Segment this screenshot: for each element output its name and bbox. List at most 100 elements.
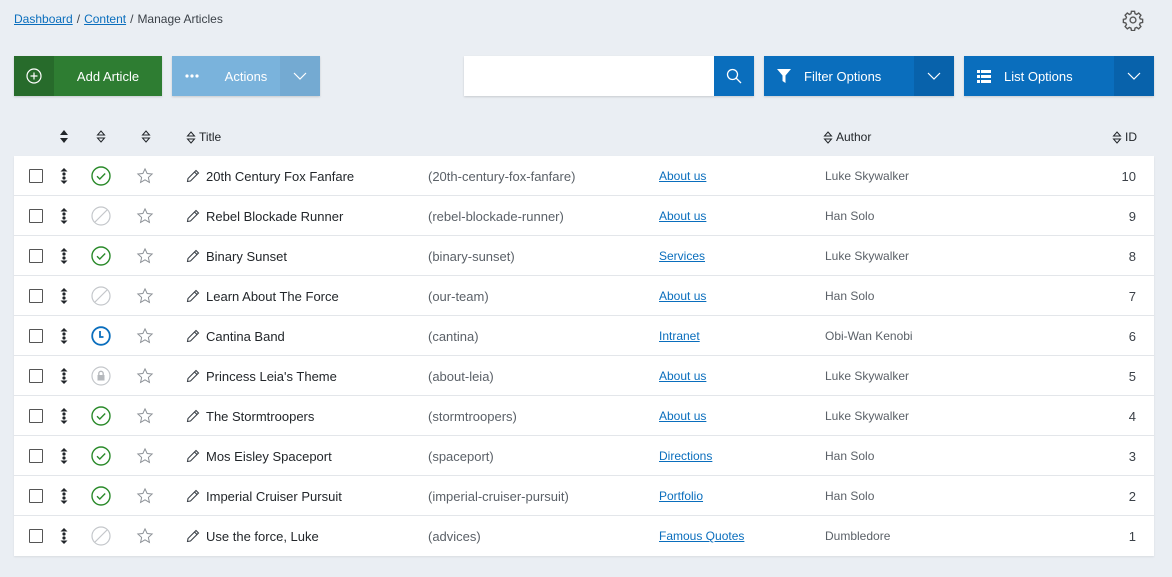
star-icon[interactable] xyxy=(136,396,154,436)
table-row: Cantina Band (cantina) Intranet Obi-Wan … xyxy=(14,316,1154,356)
row-checkbox[interactable] xyxy=(29,316,43,356)
star-icon[interactable] xyxy=(136,356,154,396)
article-alias: (about-leia) xyxy=(428,368,494,384)
status-toggle[interactable] xyxy=(91,396,111,436)
search-button[interactable] xyxy=(714,56,754,96)
star-icon[interactable] xyxy=(136,476,154,516)
sort-featured-header[interactable] xyxy=(141,130,151,143)
category-link[interactable]: About us xyxy=(659,209,706,223)
article-alias: (spaceport) xyxy=(428,448,494,464)
sort-title-header[interactable]: Title xyxy=(186,130,221,144)
drag-handle-icon[interactable] xyxy=(60,196,68,236)
lock-icon xyxy=(91,366,111,386)
article-id: 2 xyxy=(1128,488,1136,504)
row-checkbox[interactable] xyxy=(29,236,43,276)
star-icon[interactable] xyxy=(136,436,154,476)
filter-icon xyxy=(764,69,804,83)
check-circle-icon xyxy=(91,246,111,266)
category-link[interactable]: About us xyxy=(659,289,706,303)
status-toggle[interactable] xyxy=(91,236,111,276)
drag-handle-icon[interactable] xyxy=(60,156,68,196)
status-toggle[interactable] xyxy=(91,316,111,356)
category-link[interactable]: Portfolio xyxy=(659,489,703,503)
article-title-link[interactable]: 20th Century Fox Fanfare xyxy=(206,169,354,184)
article-author: Obi-Wan Kenobi xyxy=(825,329,913,343)
star-icon[interactable] xyxy=(136,516,154,556)
drag-handle-icon[interactable] xyxy=(60,396,68,436)
plus-circle-icon xyxy=(14,56,54,96)
add-article-button[interactable]: Add Article xyxy=(14,56,162,96)
row-checkbox[interactable] xyxy=(29,396,43,436)
category-link[interactable]: Directions xyxy=(659,449,712,463)
chevron-down-icon xyxy=(914,56,954,96)
article-alias: (cantina) xyxy=(428,328,479,344)
sort-status-header[interactable] xyxy=(96,130,106,143)
list-options-label: List Options xyxy=(1004,68,1073,84)
article-title-link[interactable]: Rebel Blockade Runner xyxy=(206,209,343,224)
article-id: 6 xyxy=(1128,328,1136,344)
drag-handle-icon[interactable] xyxy=(60,276,68,316)
gear-icon[interactable] xyxy=(1122,9,1144,32)
article-author: Dumbledore xyxy=(825,529,891,543)
star-icon[interactable] xyxy=(136,196,154,236)
filter-options-button[interactable]: Filter Options xyxy=(764,56,954,96)
article-title-link[interactable]: Learn About The Force xyxy=(206,289,339,304)
drag-handle-icon[interactable] xyxy=(60,236,68,276)
search-input[interactable] xyxy=(464,56,714,96)
category-link[interactable]: About us xyxy=(659,169,706,183)
sort-author-header[interactable]: Author xyxy=(823,130,871,144)
breadcrumb-current: Manage Articles xyxy=(137,12,223,26)
drag-handle-icon[interactable] xyxy=(60,316,68,356)
chevron-down-icon xyxy=(280,56,320,96)
article-title-link[interactable]: Mos Eisley Spaceport xyxy=(206,449,332,464)
drag-handle-icon[interactable] xyxy=(60,436,68,476)
breadcrumb-dashboard[interactable]: Dashboard xyxy=(14,12,73,26)
status-toggle[interactable] xyxy=(91,436,111,476)
article-title-link[interactable]: Use the force, Luke xyxy=(206,529,319,544)
row-checkbox[interactable] xyxy=(29,436,43,476)
category-link[interactable]: Services xyxy=(659,249,705,263)
drag-handle-icon[interactable] xyxy=(60,476,68,516)
category-link[interactable]: Famous Quotes xyxy=(659,529,744,543)
star-icon[interactable] xyxy=(136,156,154,196)
status-toggle[interactable] xyxy=(91,196,111,236)
status-toggle[interactable] xyxy=(91,516,111,556)
drag-handle-icon[interactable] xyxy=(60,356,68,396)
star-icon[interactable] xyxy=(136,236,154,276)
actions-button[interactable]: Actions xyxy=(172,56,320,96)
article-title-link[interactable]: The Stormtroopers xyxy=(206,409,314,424)
row-checkbox[interactable] xyxy=(29,516,43,556)
status-toggle[interactable] xyxy=(91,156,111,196)
article-alias: (binary-sunset) xyxy=(428,248,515,264)
search-group xyxy=(464,56,754,96)
row-checkbox[interactable] xyxy=(29,476,43,516)
list-options-button[interactable]: List Options xyxy=(964,56,1154,96)
status-toggle[interactable] xyxy=(91,356,111,396)
article-title-link[interactable]: Imperial Cruiser Pursuit xyxy=(206,489,342,504)
sort-id-header[interactable]: ID xyxy=(1112,130,1137,144)
sort-ordering-header[interactable] xyxy=(59,130,69,143)
breadcrumb-content[interactable]: Content xyxy=(84,12,126,26)
pencil-icon xyxy=(186,169,200,183)
pencil-icon xyxy=(186,409,200,423)
article-alias: (advices) xyxy=(428,528,481,544)
row-checkbox[interactable] xyxy=(29,156,43,196)
drag-handle-icon[interactable] xyxy=(60,516,68,556)
article-title-link[interactable]: Cantina Band xyxy=(206,329,285,344)
article-title-link[interactable]: Princess Leia's Theme xyxy=(206,369,337,384)
ellipsis-icon xyxy=(172,74,212,78)
sort-icon xyxy=(186,130,196,144)
star-icon[interactable] xyxy=(136,316,154,356)
star-icon[interactable] xyxy=(136,276,154,316)
row-checkbox[interactable] xyxy=(29,356,43,396)
status-toggle[interactable] xyxy=(91,276,111,316)
category-link[interactable]: Intranet xyxy=(659,329,700,343)
category-link[interactable]: About us xyxy=(659,369,706,383)
article-alias: (stormtroopers) xyxy=(428,408,517,424)
row-checkbox[interactable] xyxy=(29,276,43,316)
category-link[interactable]: About us xyxy=(659,409,706,423)
row-checkbox[interactable] xyxy=(29,196,43,236)
unpublished-circle-icon xyxy=(91,286,111,306)
status-toggle[interactable] xyxy=(91,476,111,516)
article-title-link[interactable]: Binary Sunset xyxy=(206,249,287,264)
